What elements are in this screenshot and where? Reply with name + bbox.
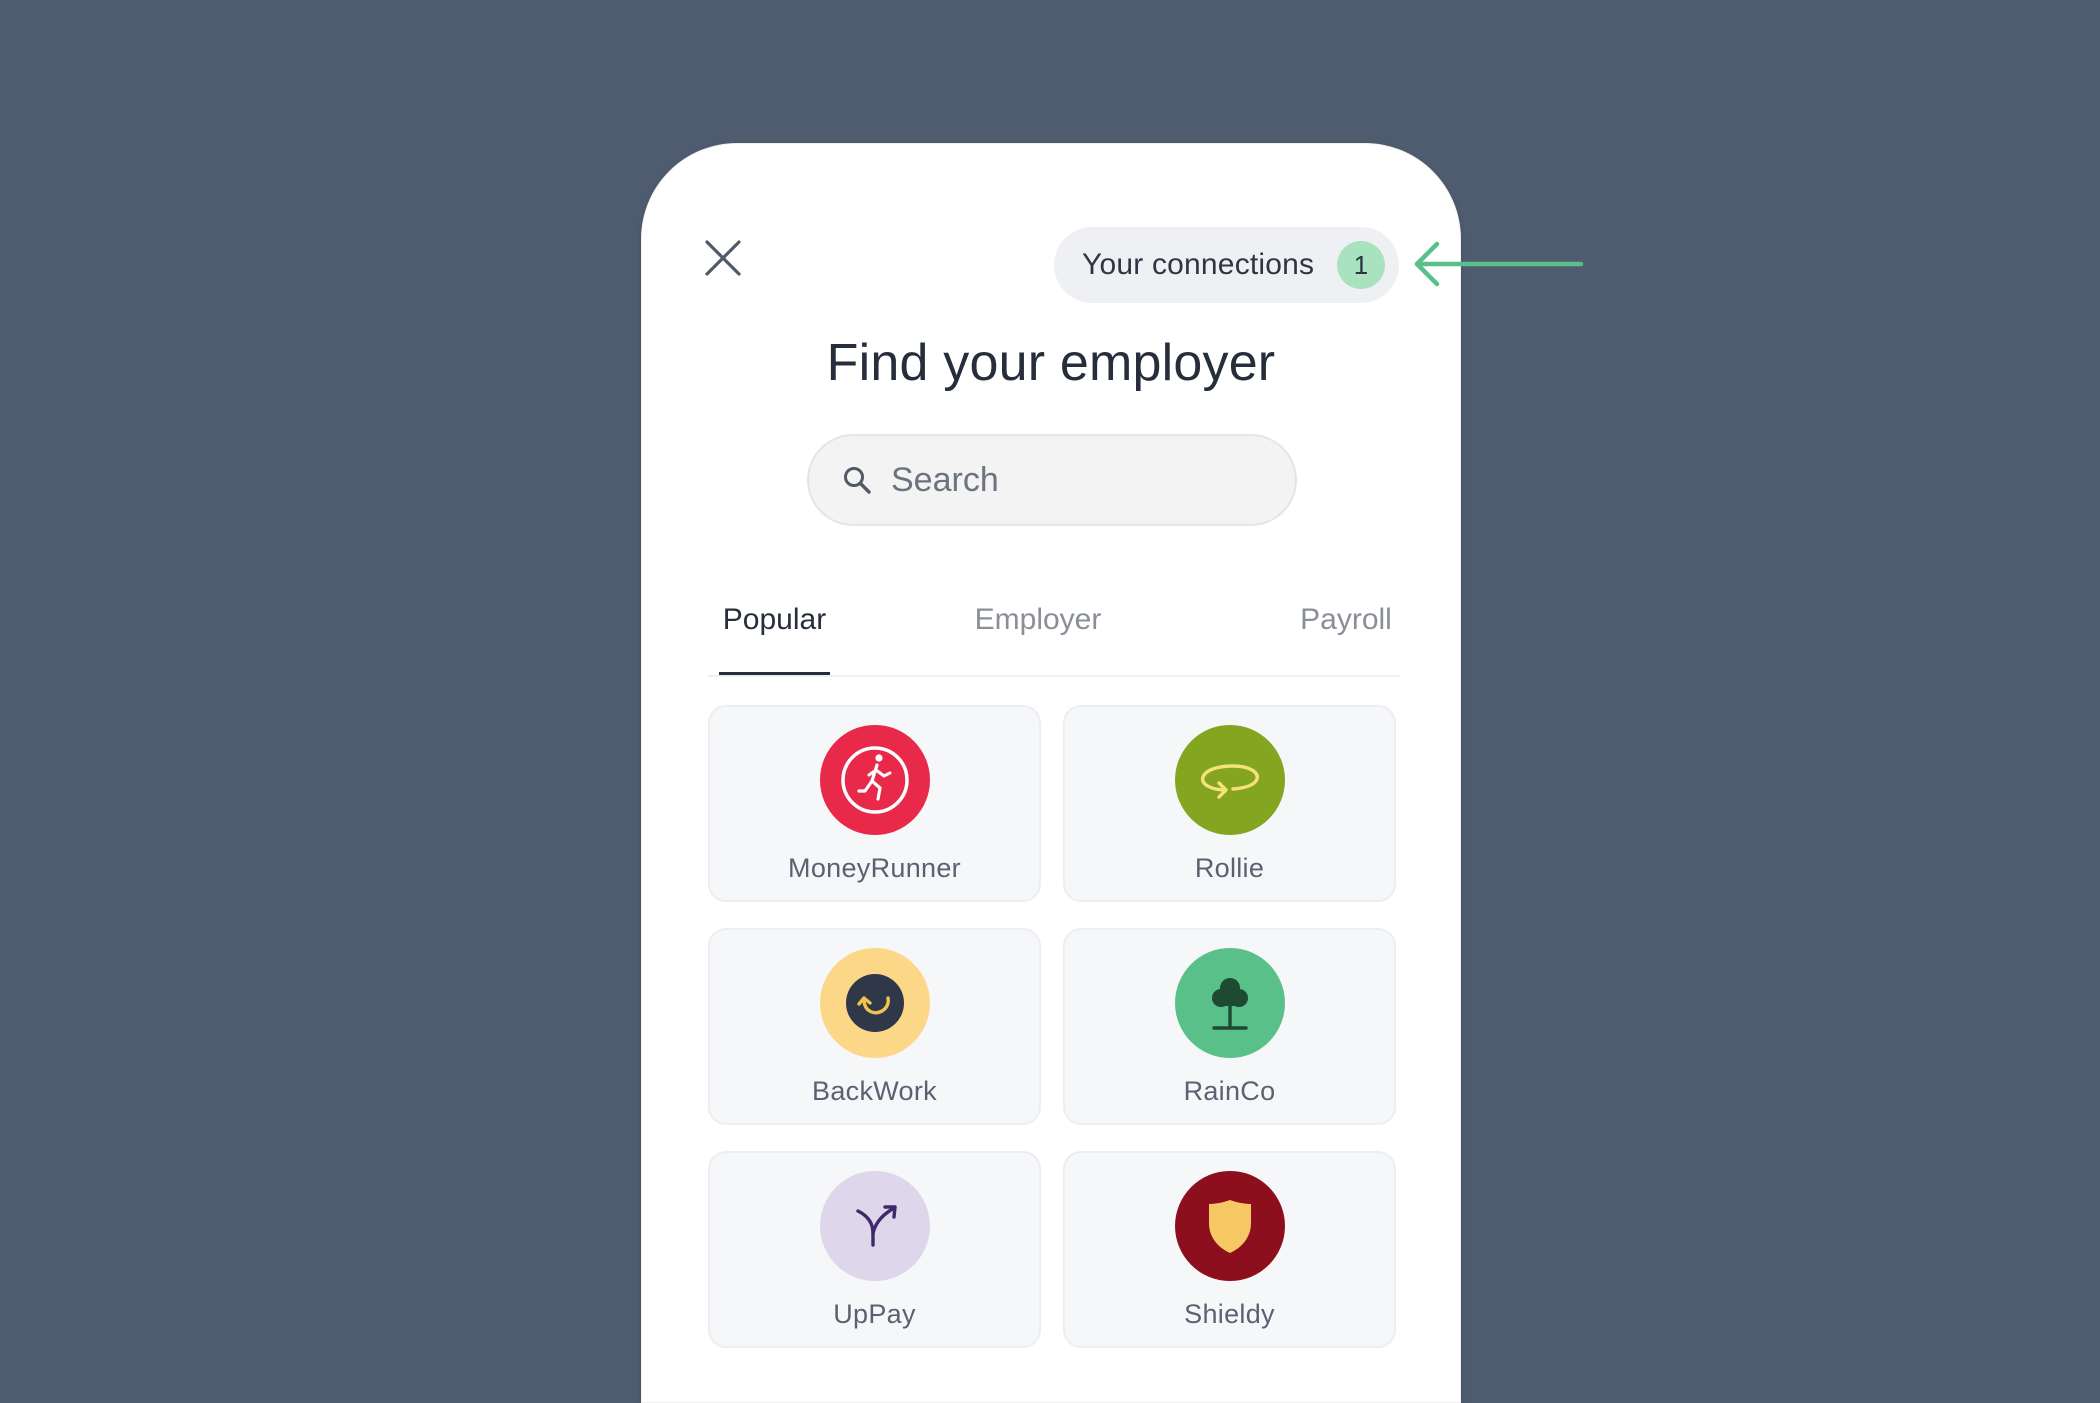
employer-search-panel: Your connections 1 Find your employer Po… bbox=[641, 143, 1461, 1403]
connections-count-badge: 1 bbox=[1337, 241, 1385, 289]
employer-name: BackWork bbox=[812, 1076, 937, 1106]
undo-arrow-icon bbox=[820, 948, 930, 1058]
search-field[interactable] bbox=[807, 434, 1297, 526]
rotate-arrow-icon bbox=[1175, 725, 1285, 835]
shieldy-logo bbox=[1175, 1171, 1285, 1281]
your-connections-button[interactable]: Your connections 1 bbox=[1054, 227, 1399, 303]
employer-name: UpPay bbox=[833, 1299, 916, 1329]
tab-payroll[interactable]: Payroll bbox=[1291, 603, 1401, 675]
moneyrunner-logo bbox=[820, 725, 930, 835]
close-icon bbox=[705, 240, 741, 276]
tree-icon bbox=[1175, 948, 1285, 1058]
rollie-logo bbox=[1175, 725, 1285, 835]
tab-employer[interactable]: Employer bbox=[948, 603, 1128, 675]
employer-name: RainCo bbox=[1183, 1076, 1276, 1106]
employer-name: Shieldy bbox=[1184, 1299, 1275, 1329]
employer-card-shieldy[interactable]: Shieldy bbox=[1063, 1151, 1396, 1348]
category-tabs: Popular Employer Payroll bbox=[708, 603, 1400, 677]
employer-card-backwork[interactable]: BackWork bbox=[708, 928, 1041, 1125]
tab-popular[interactable]: Popular bbox=[719, 603, 830, 675]
search-icon bbox=[844, 467, 871, 494]
employer-name: Rollie bbox=[1194, 853, 1265, 883]
backwork-logo bbox=[820, 948, 930, 1058]
employer-card-rainco[interactable]: RainCo bbox=[1063, 928, 1396, 1125]
shield-icon bbox=[1175, 1171, 1285, 1281]
rainco-logo bbox=[1175, 948, 1285, 1058]
close-button[interactable] bbox=[703, 238, 743, 278]
search-input[interactable] bbox=[889, 459, 1253, 501]
connections-label: Your connections bbox=[1082, 248, 1315, 281]
running-person-icon bbox=[820, 725, 930, 835]
employer-card-moneyrunner[interactable]: MoneyRunner bbox=[708, 705, 1041, 902]
uppay-logo bbox=[820, 1171, 930, 1281]
split-arrow-icon bbox=[820, 1171, 930, 1281]
page-title: Find your employer bbox=[826, 334, 1276, 392]
employer-card-uppay[interactable]: UpPay bbox=[708, 1151, 1041, 1348]
employer-card-rollie[interactable]: Rollie bbox=[1063, 705, 1396, 902]
arrow-left-icon bbox=[1414, 241, 1584, 287]
employer-name: MoneyRunner bbox=[788, 853, 961, 883]
